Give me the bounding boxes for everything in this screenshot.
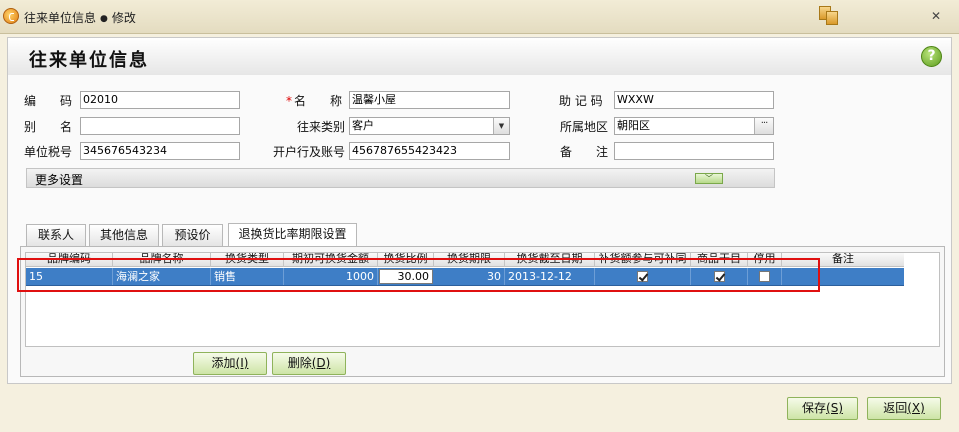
code-label: 编 码 [24, 94, 73, 108]
tax-no-input[interactable]: 345676543234 [80, 142, 240, 160]
delete-button-label: 删除 [287, 356, 312, 370]
bank-account-input[interactable]: 456787655423423 [349, 142, 510, 160]
delete-hotkey: (D) [311, 356, 331, 370]
back-button[interactable]: 返回(X) [867, 397, 941, 420]
footer-bar: 保存(S) 返回(X) [0, 384, 959, 432]
tab-return-exchange-settings[interactable]: 退换货比率期限设置 [228, 223, 357, 246]
window-title-separator: ● [100, 14, 108, 24]
save-hotkey: (S) [826, 401, 843, 415]
remark-input[interactable] [614, 142, 774, 160]
main-panel: 编 码 02010 * 名 称 温馨小屋 助 记 码 WXXW 别 名 往来类别 … [7, 75, 952, 384]
back-button-label: 返回 [883, 401, 908, 415]
partner-type-label: 往来类别 [297, 120, 346, 134]
partner-type-select[interactable]: 客户 ▼ [349, 117, 510, 135]
delete-button[interactable]: 删除(D) [272, 352, 346, 375]
name-input[interactable]: 温馨小屋 [349, 91, 510, 109]
required-mark: * [286, 94, 292, 108]
more-settings-bar[interactable]: 更多设置 ﹀ [26, 168, 775, 188]
window-title: 往来单位信息 ● 修改 [24, 9, 136, 26]
add-button-label: 添加 [211, 356, 236, 370]
ellipsis-icon[interactable]: ··· [754, 118, 773, 134]
name-label: * 名 称 [286, 92, 342, 109]
tab-contacts[interactable]: 联系人 [26, 224, 86, 246]
alias-label: 别 名 [24, 120, 73, 134]
tax-no-label: 单位税号 [24, 145, 73, 159]
region-input[interactable]: 朝阳区 ··· [614, 117, 774, 135]
page-header: 往来单位信息 ? [7, 37, 952, 75]
annotation-highlight-box [17, 258, 820, 292]
alias-input[interactable] [80, 117, 240, 135]
restore-window-icon[interactable] [818, 5, 840, 27]
window-titlebar: 往来单位信息 ● 修改 ✕ [0, 0, 959, 34]
chevron-down-icon[interactable]: ▼ [493, 118, 509, 134]
save-button[interactable]: 保存(S) [787, 397, 858, 420]
remark-label: 备 注 [560, 145, 609, 159]
mnemonic-label: 助 记 码 [559, 94, 603, 108]
name-label-text: 名 称 [294, 94, 343, 108]
save-button-label: 保存 [802, 401, 827, 415]
bank-account-label: 开户行及账号 [273, 145, 346, 159]
window-title-text: 往来单位信息 [24, 11, 97, 25]
back-hotkey: (X) [907, 401, 925, 415]
page-title: 往来单位信息 [29, 50, 149, 71]
partner-type-value: 客户 [352, 119, 374, 132]
code-input[interactable]: 02010 [80, 91, 240, 109]
tab-preset-price[interactable]: 预设价 [162, 224, 223, 246]
expand-chevron-icon[interactable]: ﹀ [695, 173, 723, 184]
more-settings-label: 更多设置 [35, 173, 84, 187]
add-button[interactable]: 添加(I) [193, 352, 267, 375]
mnemonic-input[interactable]: WXXW [614, 91, 774, 109]
app-logo-icon [3, 8, 19, 24]
region-label: 所属地区 [560, 120, 609, 134]
help-icon[interactable]: ? [921, 46, 942, 67]
window-mode-text: 修改 [111, 11, 136, 25]
add-hotkey: (I) [235, 356, 249, 370]
region-value: 朝阳区 [617, 119, 650, 132]
close-window-icon[interactable]: ✕ [930, 10, 942, 22]
tab-other-info[interactable]: 其他信息 [89, 224, 159, 246]
